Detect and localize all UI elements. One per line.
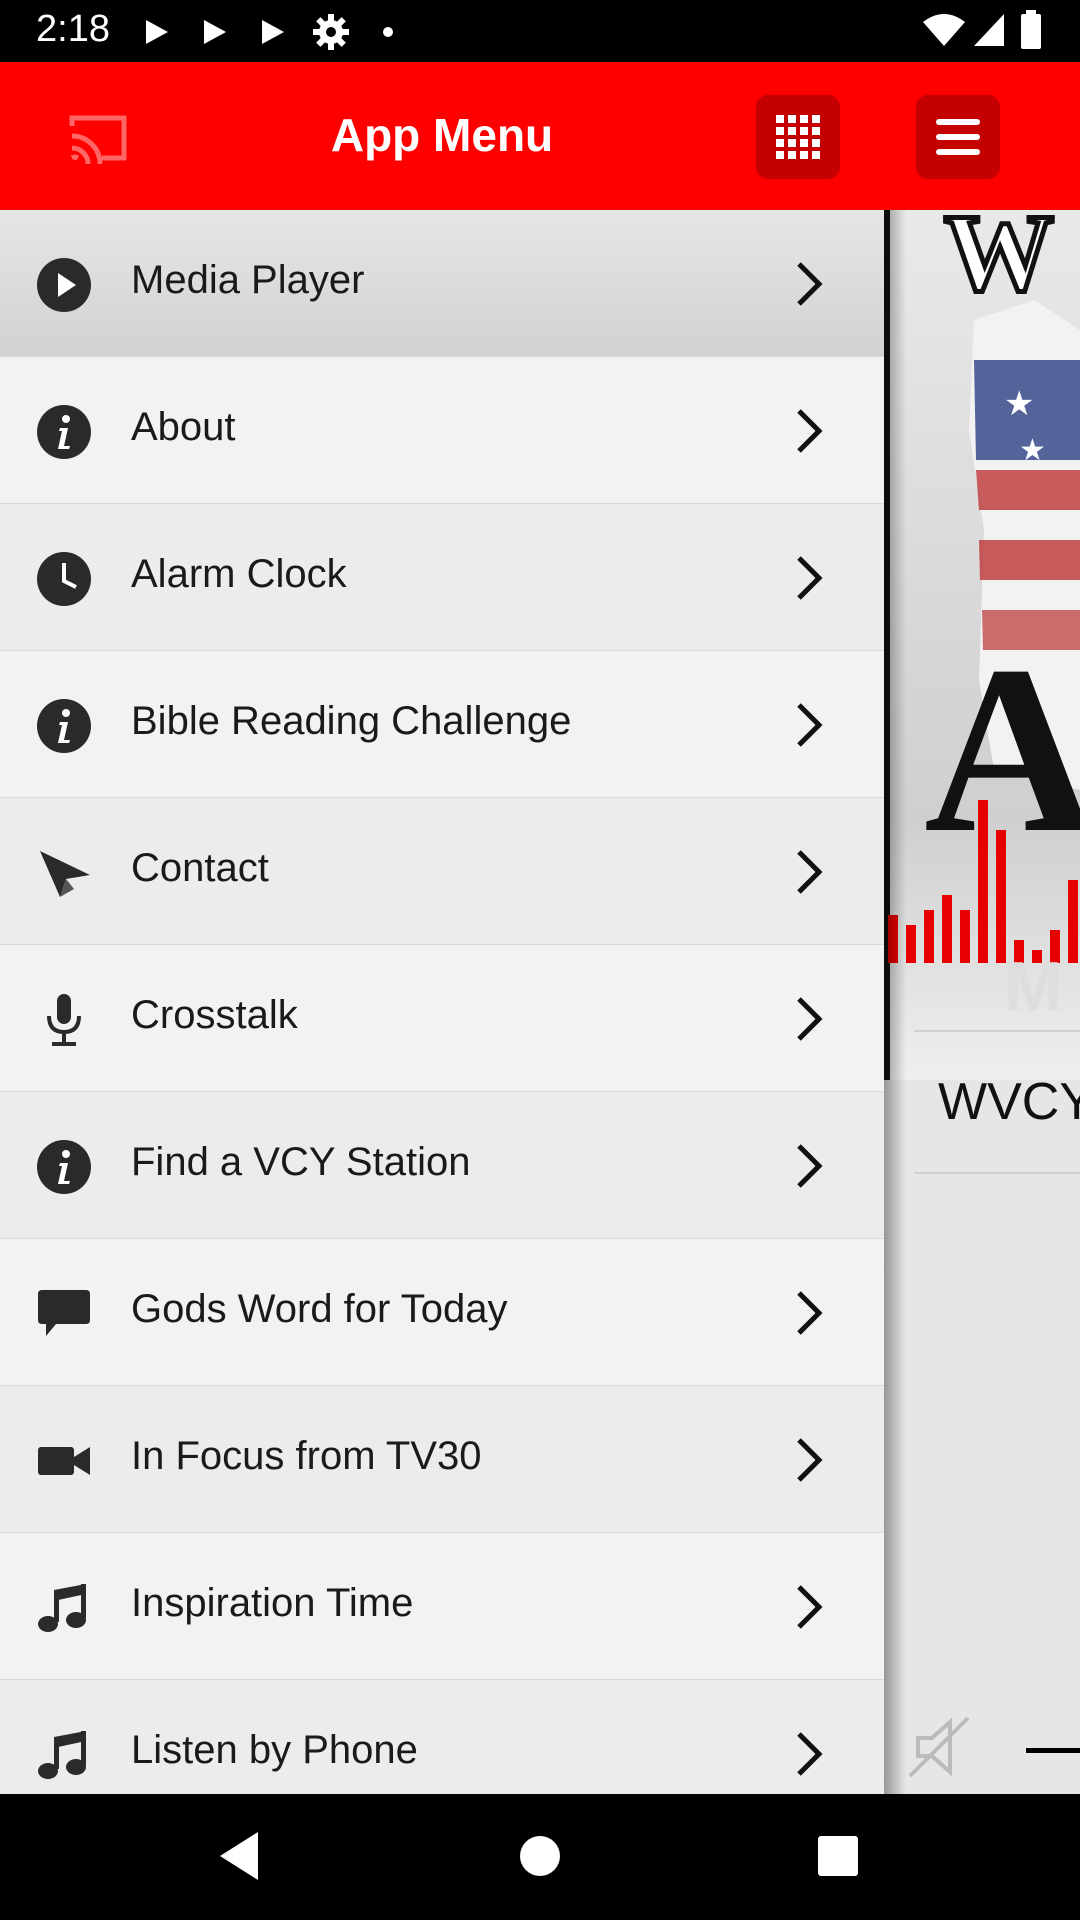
volume-slider[interactable] xyxy=(1026,1748,1080,1753)
menu-item-in-focus-from-tv30[interactable]: In Focus from TV30 xyxy=(0,1386,884,1533)
menu-item-media-player[interactable]: Media Player xyxy=(0,210,884,357)
menu-item-label: Bible Reading Challenge xyxy=(131,699,572,743)
divider xyxy=(914,1172,1080,1174)
menu-item-label: Find a VCY Station xyxy=(131,1140,471,1184)
chevron-right-icon xyxy=(797,556,823,600)
menu-item-label: Contact xyxy=(131,846,269,890)
chevron-right-icon xyxy=(797,1585,823,1629)
dot-icon xyxy=(383,27,393,37)
svg-text:★: ★ xyxy=(1004,384,1034,424)
play-icon xyxy=(204,20,226,44)
grid-icon xyxy=(776,115,820,159)
info-icon xyxy=(37,1140,91,1194)
svg-text:W: W xyxy=(944,210,1054,314)
music-note-icon xyxy=(38,1731,86,1779)
info-icon xyxy=(37,405,91,459)
chevron-right-icon xyxy=(797,997,823,1041)
menu-item-label: Alarm Clock xyxy=(131,552,347,596)
home-icon[interactable] xyxy=(508,1824,572,1888)
play-icon xyxy=(146,20,168,44)
menu-item-label: Listen by Phone xyxy=(131,1728,418,1772)
menu-item-contact[interactable]: Contact xyxy=(0,798,884,945)
mute-icon[interactable] xyxy=(904,1712,974,1782)
recents-icon[interactable] xyxy=(806,1824,870,1888)
station-logo-image: W ★ ★ A M xyxy=(884,210,1080,1080)
status-time: 2:18 xyxy=(36,8,110,50)
play-circle-icon xyxy=(37,258,91,312)
chevron-right-icon xyxy=(797,1291,823,1335)
page-title: App Menu xyxy=(330,109,554,161)
menu-item-listen-by-phone[interactable]: Listen by Phone xyxy=(0,1680,884,1794)
chat-bubble-icon xyxy=(38,1290,90,1336)
main-content-peek: W ★ ★ A M WVCY xyxy=(884,62,1080,1794)
clock-icon xyxy=(37,552,91,606)
station-label: WVCY xyxy=(938,1073,1080,1131)
video-camera-icon xyxy=(38,1447,90,1475)
battery-icon xyxy=(1021,10,1041,49)
svg-text:★: ★ xyxy=(1019,433,1046,468)
menu-item-gods-word-for-today[interactable]: Gods Word for Today xyxy=(0,1239,884,1386)
status-bar: 2:18 xyxy=(0,0,1080,62)
hamburger-icon xyxy=(936,119,980,155)
chevron-right-icon xyxy=(797,409,823,453)
info-icon xyxy=(37,699,91,753)
chevron-right-icon xyxy=(797,1144,823,1188)
grid-view-button[interactable] xyxy=(756,95,840,179)
menu-item-label: In Focus from TV30 xyxy=(131,1434,482,1478)
menu-item-label: Inspiration Time xyxy=(131,1581,414,1625)
hamburger-button[interactable] xyxy=(916,95,1000,179)
send-icon xyxy=(40,851,90,897)
menu-item-label: Gods Word for Today xyxy=(131,1287,508,1331)
drawer-shadow xyxy=(884,210,906,1794)
menu-item-crosstalk[interactable]: Crosstalk xyxy=(0,945,884,1092)
microphone-icon xyxy=(47,994,81,1046)
menu-list: Media Player About Alarm Clock Bible Rea… xyxy=(0,210,884,1794)
menu-item-inspiration-time[interactable]: Inspiration Time xyxy=(0,1533,884,1680)
navigation-bar xyxy=(0,1794,1080,1920)
menu-item-label: Crosstalk xyxy=(131,993,298,1037)
back-icon[interactable] xyxy=(208,1824,272,1888)
chevron-right-icon xyxy=(797,703,823,747)
menu-item-label: About xyxy=(131,405,236,449)
station-artwork: W ★ ★ A M xyxy=(884,210,1080,1080)
chevron-right-icon xyxy=(797,850,823,894)
divider xyxy=(914,1030,1080,1032)
chevron-right-icon xyxy=(797,1438,823,1482)
app-menu-drawer: App Menu Media Player About Alarm Clock … xyxy=(0,62,884,1794)
music-note-icon xyxy=(38,1584,86,1632)
menu-item-about[interactable]: About xyxy=(0,357,884,504)
chevron-right-icon xyxy=(797,262,823,306)
signal-icon xyxy=(974,14,1004,46)
drawer-header: App Menu xyxy=(0,62,884,210)
menu-item-alarm-clock[interactable]: Alarm Clock xyxy=(0,504,884,651)
main-header xyxy=(884,62,1080,210)
chevron-right-icon xyxy=(797,1732,823,1776)
menu-item-bible-reading-challenge[interactable]: Bible Reading Challenge xyxy=(0,651,884,798)
menu-item-find-a-vcy-station[interactable]: Find a VCY Station xyxy=(0,1092,884,1239)
settings-icon xyxy=(313,14,349,50)
svg-text:M: M xyxy=(1004,947,1062,1025)
wifi-icon xyxy=(923,14,965,46)
play-icon xyxy=(262,20,284,44)
menu-item-label: Media Player xyxy=(131,258,365,302)
